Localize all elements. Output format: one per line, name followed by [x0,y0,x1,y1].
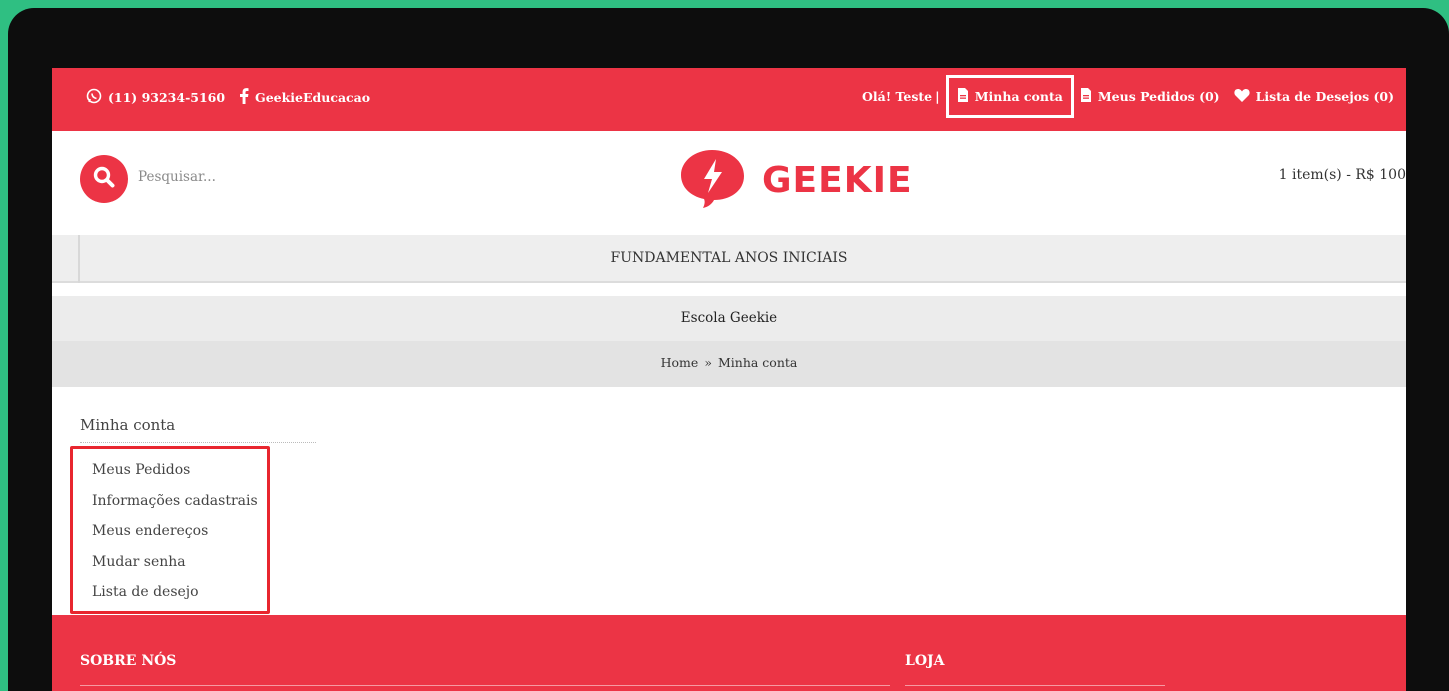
geekie-logo[interactable]: GEEKIE [678,148,913,212]
search-button[interactable] [80,155,128,203]
account-menu-list: Meus Pedidos Informações cadastrais Meus… [92,462,258,615]
footer-divider-store [905,685,1165,686]
document-icon [957,88,969,105]
account-menu-item-addresses[interactable]: Meus endereços [92,523,258,554]
store-name: Escola Geekie [680,310,778,326]
footer-heading-store: LOJA [905,653,945,669]
contact-info: (11) 93234-5160 GeekieEducacao [86,88,370,107]
footer-divider-about [80,685,890,686]
heart-icon [1234,88,1250,105]
account-menu-title: Minha conta [80,416,176,434]
breadcrumb: Home » Minha conta [52,341,1406,387]
my-orders-label: Meus Pedidos (0) [1097,89,1220,104]
account-title-divider [80,442,316,443]
facebook-icon [239,88,249,107]
nav-item-fundamental[interactable]: FUNDAMENTAL ANOS INICIAIS [52,250,1406,266]
account-menu-highlight: Meus Pedidos Informações cadastrais Meus… [70,446,270,614]
logo-text: GEEKIE [762,159,913,201]
breadcrumb-current[interactable]: Minha conta [718,355,797,370]
my-account-link[interactable]: Minha conta [945,75,1074,118]
search-input[interactable]: Pesquisar... [138,169,216,185]
my-orders-link[interactable]: Meus Pedidos (0) [1080,88,1220,105]
user-links: Olá! Teste | Minha conta Meus Pedidos (0… [861,75,1394,118]
footer-heading-about: SOBRE NÓS [80,653,177,669]
store-banner: Escola Geekie [52,296,1406,341]
whatsapp-icon [86,88,102,107]
lightning-bubble-icon [678,148,748,212]
search-icon [92,165,116,193]
account-menu-item-wishlist[interactable]: Lista de desejo [92,584,258,615]
greeting: Olá! Teste [861,89,933,104]
facebook-link[interactable]: GeekieEducacao [255,90,370,105]
my-account-label: Minha conta [974,89,1063,104]
breadcrumb-home[interactable]: Home [661,355,699,370]
wishlist-label: Lista de Desejos (0) [1255,89,1394,104]
category-nav: FUNDAMENTAL ANOS INICIAIS [52,235,1406,283]
phone-number[interactable]: (11) 93234-5160 [108,90,225,105]
browser-screen: (11) 93234-5160 GeekieEducacao Olá! Test… [52,68,1406,691]
document-icon [1080,88,1092,105]
site-footer: SOBRE NÓS LOJA [52,615,1406,691]
breadcrumb-separator: » [704,355,712,370]
account-menu-item-orders[interactable]: Meus Pedidos [92,462,258,493]
account-menu-item-password[interactable]: Mudar senha [92,554,258,585]
separator: | [935,89,940,104]
top-bar: (11) 93234-5160 GeekieEducacao Olá! Test… [52,68,1406,131]
wishlist-link[interactable]: Lista de Desejos (0) [1234,88,1394,105]
site-header: Pesquisar... GEEKIE 1 item(s) - R$ 100 [52,131,1406,235]
cart-summary[interactable]: 1 item(s) - R$ 100 [1279,167,1406,183]
account-menu-item-profile[interactable]: Informações cadastrais [92,493,258,524]
